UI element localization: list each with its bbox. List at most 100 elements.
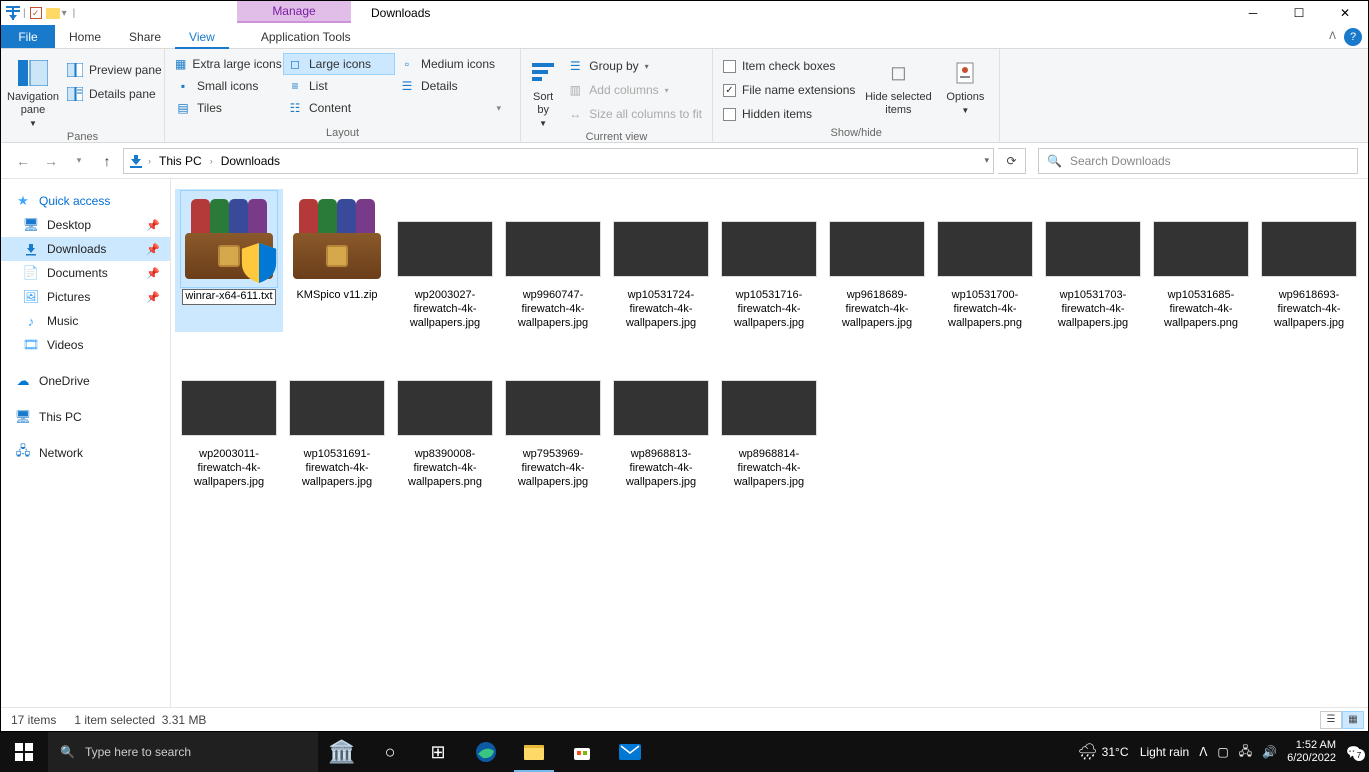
file-list[interactable]: winrar-x64-611.txt KMSpico v11.zipwp2003… — [171, 179, 1368, 707]
tab-home[interactable]: Home — [55, 25, 115, 48]
file-item[interactable]: wp9618693-firewatch-4k-wallpapers.jpg — [1255, 189, 1363, 332]
item-check-boxes[interactable]: Item check boxes — [719, 55, 859, 77]
layout-content[interactable]: ☷Content — [283, 97, 395, 119]
layout-tiles[interactable]: ▤Tiles — [171, 97, 283, 119]
file-item[interactable]: wp10531724-firewatch-4k-wallpapers.jpg — [607, 189, 715, 332]
address-bar[interactable]: › This PC › Downloads ▾ — [123, 148, 994, 174]
address-dropdown-icon[interactable]: ▾ — [984, 155, 989, 166]
file-item[interactable]: wp9618689-firewatch-4k-wallpapers.jpg — [823, 189, 931, 332]
file-item[interactable]: wp10531685-firewatch-4k-wallpapers.png — [1147, 189, 1255, 332]
nav-pictures[interactable]: 🖼Pictures📌 — [1, 285, 170, 309]
options-button[interactable]: Options▼ — [937, 53, 993, 116]
app-icon — [5, 5, 21, 21]
taskbar-explorer-icon[interactable] — [510, 732, 558, 772]
nav-onedrive[interactable]: ☁OneDrive — [1, 369, 170, 393]
tab-share[interactable]: Share — [115, 25, 175, 48]
file-item[interactable]: wp2003027-firewatch-4k-wallpapers.jpg — [391, 189, 499, 332]
preview-pane-label: Preview pane — [89, 63, 162, 77]
layout-small-icons[interactable]: ▪Small icons — [171, 75, 283, 97]
back-button[interactable]: ← — [11, 149, 35, 173]
tab-file[interactable]: File — [1, 25, 55, 48]
close-button[interactable]: ✕ — [1322, 1, 1368, 25]
start-button[interactable] — [0, 732, 48, 772]
taskbar-search[interactable]: 🔍Type here to search — [48, 732, 318, 772]
minimize-button[interactable]: ─ — [1230, 1, 1276, 25]
crumb-downloads[interactable]: Downloads — [217, 154, 284, 168]
tray-clock[interactable]: 1:52 AM6/20/2022 — [1287, 739, 1336, 765]
layout-medium-icons[interactable]: ▫Medium icons — [395, 53, 507, 75]
file-item[interactable]: winrar-x64-611.txt — [175, 189, 283, 332]
nav-videos[interactable]: 🎞Videos — [1, 333, 170, 357]
tray-meet-icon[interactable]: ▢ — [1217, 745, 1228, 759]
recent-button[interactable]: ▾ — [67, 149, 91, 173]
sort-by-button[interactable]: Sort by▼ — [527, 53, 559, 129]
nav-music[interactable]: ♪Music — [1, 309, 170, 333]
weather-widget[interactable]: 🌧31°C Light rain — [1077, 742, 1189, 762]
up-button[interactable]: ↑ — [95, 149, 119, 173]
maximize-button[interactable]: ☐ — [1276, 1, 1322, 25]
tray-volume-icon[interactable]: 🔊 — [1262, 745, 1277, 759]
file-item[interactable]: wp10531700-firewatch-4k-wallpapers.png — [931, 189, 1039, 332]
tray-network-icon[interactable]: 🖧 — [1239, 742, 1252, 763]
file-name: wp7953969-firewatch-4k-wallpapers.jpg — [501, 448, 605, 489]
nav-downloads[interactable]: Downloads📌 — [1, 237, 170, 261]
navigation-pane-button[interactable]: Navigation pane ▼ — [7, 53, 59, 129]
taskbar-cortana-icon[interactable]: ○ — [366, 732, 414, 772]
file-name-extensions[interactable]: File name extensions — [719, 79, 859, 101]
contextual-tab[interactable]: Manage — [237, 1, 351, 23]
file-item[interactable]: KMSpico v11.zip — [283, 189, 391, 332]
taskbar-store-icon[interactable] — [558, 732, 606, 772]
nav-thispc[interactable]: 🖥This PC — [1, 405, 170, 429]
file-name: winrar-x64-611.txt — [182, 289, 275, 305]
hide-selected-button[interactable]: ◻ Hide selected items — [863, 53, 933, 117]
taskbar-mail-icon[interactable] — [606, 732, 654, 772]
forward-button[interactable]: → — [39, 149, 63, 173]
taskbar-taskview-icon[interactable]: ⊞ — [414, 732, 462, 772]
file-item[interactable]: wp2003011-firewatch-4k-wallpapers.jpg — [175, 348, 283, 491]
layout-details[interactable]: ☰Details — [395, 75, 507, 97]
titlebar: | ✓ ▾ | Manage Downloads ─ ☐ ✕ — [1, 1, 1368, 25]
file-item[interactable]: wp10531691-firewatch-4k-wallpapers.jpg — [283, 348, 391, 491]
qat-folder-icon[interactable] — [46, 8, 60, 19]
details-pane-label: Details pane — [89, 87, 156, 101]
nav-quick-access[interactable]: ★Quick access — [1, 189, 170, 213]
hidden-items[interactable]: Hidden items — [719, 103, 859, 125]
file-item[interactable]: wp8968813-firewatch-4k-wallpapers.jpg — [607, 348, 715, 491]
layout-xl-icons[interactable]: ▦Extra large icons — [171, 53, 283, 75]
view-icons-icon[interactable]: ▦ — [1342, 711, 1364, 729]
taskbar-edge-icon[interactable] — [462, 732, 510, 772]
file-name: wp10531716-firewatch-4k-wallpapers.jpg — [717, 289, 821, 330]
nav-network[interactable]: 🖧Network — [1, 441, 170, 465]
layout-large-icons[interactable]: ◻Large icons — [283, 53, 395, 75]
view-details-icon[interactable]: ☰ — [1320, 711, 1342, 729]
preview-pane-button[interactable]: Preview pane — [63, 59, 166, 81]
crumb-thispc[interactable]: This PC — [155, 154, 206, 168]
add-columns-button[interactable]: ▥Add columns ▾ — [563, 79, 706, 101]
nav-desktop[interactable]: 🖥Desktop📌 — [1, 213, 170, 237]
tab-app-tools[interactable]: Application Tools — [247, 25, 365, 48]
tray-notifications-icon[interactable]: 💬 — [1346, 745, 1361, 759]
group-show-hide-label: Show/hide — [719, 125, 993, 142]
refresh-button[interactable]: ⟳ — [998, 148, 1026, 174]
group-by-button[interactable]: ☰Group by ▾ — [563, 55, 706, 77]
tray-overflow-icon[interactable]: ᐱ — [1199, 745, 1207, 759]
layout-list[interactable]: ≡List — [283, 75, 395, 97]
tab-view[interactable]: View — [175, 25, 229, 48]
status-bar: 17 items 1 item selected 3.31 MB ☰ ▦ — [1, 707, 1368, 731]
file-item[interactable]: wp10531703-firewatch-4k-wallpapers.jpg — [1039, 189, 1147, 332]
collapse-ribbon-icon[interactable]: ᐱ — [1329, 31, 1336, 42]
file-item[interactable]: wp9960747-firewatch-4k-wallpapers.jpg — [499, 189, 607, 332]
file-item[interactable]: wp10531716-firewatch-4k-wallpapers.jpg — [715, 189, 823, 332]
search-box[interactable]: 🔍 Search Downloads — [1038, 148, 1358, 174]
navigation-pane: ★Quick access 🖥Desktop📌 Downloads📌 📄Docu… — [1, 179, 171, 707]
taskbar-news-icon[interactable]: 🏛️ — [318, 732, 366, 772]
layout-more-icon[interactable]: ▾ — [496, 103, 501, 114]
file-item[interactable]: wp8968814-firewatch-4k-wallpapers.jpg — [715, 348, 823, 491]
details-pane-button[interactable]: Details pane — [63, 83, 166, 105]
file-item[interactable]: wp7953969-firewatch-4k-wallpapers.jpg — [499, 348, 607, 491]
file-item[interactable]: wp8390008-firewatch-4k-wallpapers.png — [391, 348, 499, 491]
nav-documents[interactable]: 📄Documents📌 — [1, 261, 170, 285]
help-icon[interactable]: ? — [1344, 28, 1362, 46]
qat-checkbox-icon[interactable]: ✓ — [28, 5, 44, 21]
size-columns-button[interactable]: ↔Size all columns to fit — [563, 103, 706, 125]
